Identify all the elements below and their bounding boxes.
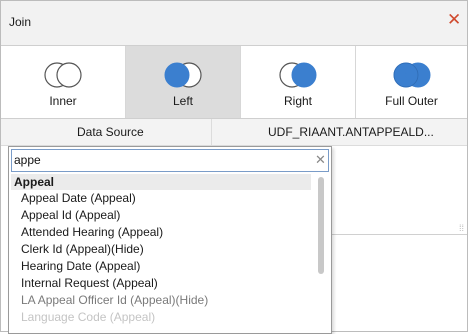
right-join-icon xyxy=(279,62,317,88)
title-bar: Join ✕ xyxy=(1,1,467,46)
field-item[interactable]: Appeal Id (Appeal) xyxy=(11,207,311,224)
clear-icon[interactable]: ✕ xyxy=(315,152,326,168)
inner-join-icon xyxy=(44,62,82,88)
join-clause-header: Data Source UDF_RIAANT.ANTAPPEALD... xyxy=(1,119,467,146)
field-search-input[interactable] xyxy=(14,150,304,169)
close-icon[interactable]: ✕ xyxy=(447,11,461,28)
field-item[interactable]: Appeal Date (Appeal) xyxy=(11,190,311,207)
join-left-label: Left xyxy=(172,94,193,108)
left-join-icon xyxy=(164,62,202,88)
field-item[interactable]: Internal Request (Appeal) xyxy=(11,275,311,292)
field-item[interactable]: Hearing Date (Appeal) xyxy=(11,258,311,275)
field-item[interactable]: Attended Hearing (Appeal) xyxy=(11,224,311,241)
join-full-outer-button[interactable]: Full Outer xyxy=(356,46,467,118)
field-item[interactable]: LA Appeal Officer Id (Appeal)(Hide) xyxy=(11,292,311,309)
join-left-button[interactable]: Left xyxy=(126,46,241,118)
join-type-selector: Inner Left Right Full Outer xyxy=(1,46,467,119)
field-picker-dropdown: ✕ Appeal Appeal Date (Appeal) Appeal Id … xyxy=(8,146,332,334)
header-data-source: Data Source xyxy=(77,125,144,139)
join-inner-label: Inner xyxy=(49,94,77,108)
full-outer-join-icon xyxy=(393,62,430,88)
header-right-source: UDF_RIAANT.ANTAPPEALD... xyxy=(268,125,434,139)
join-full-outer-label: Full Outer xyxy=(385,94,438,108)
field-group-header: Appeal xyxy=(11,174,311,190)
resize-grip-icon[interactable]: ⁞⁞ xyxy=(459,223,464,233)
field-search-box: ✕ xyxy=(11,149,329,172)
field-item[interactable]: Clerk Id (Appeal)(Hide) xyxy=(11,241,311,258)
join-inner-button[interactable]: Inner xyxy=(1,46,126,118)
field-list: Appeal Appeal Date (Appeal) Appeal Id (A… xyxy=(11,174,311,334)
dialog-title: Join xyxy=(9,15,32,29)
field-item[interactable]: Language Code (Appeal) xyxy=(11,309,311,326)
scrollbar-thumb[interactable] xyxy=(318,177,324,274)
field-list-scrollbar[interactable] xyxy=(317,174,325,328)
join-right-button[interactable]: Right xyxy=(241,46,356,118)
join-right-label: Right xyxy=(283,94,312,108)
header-divider xyxy=(211,119,212,145)
